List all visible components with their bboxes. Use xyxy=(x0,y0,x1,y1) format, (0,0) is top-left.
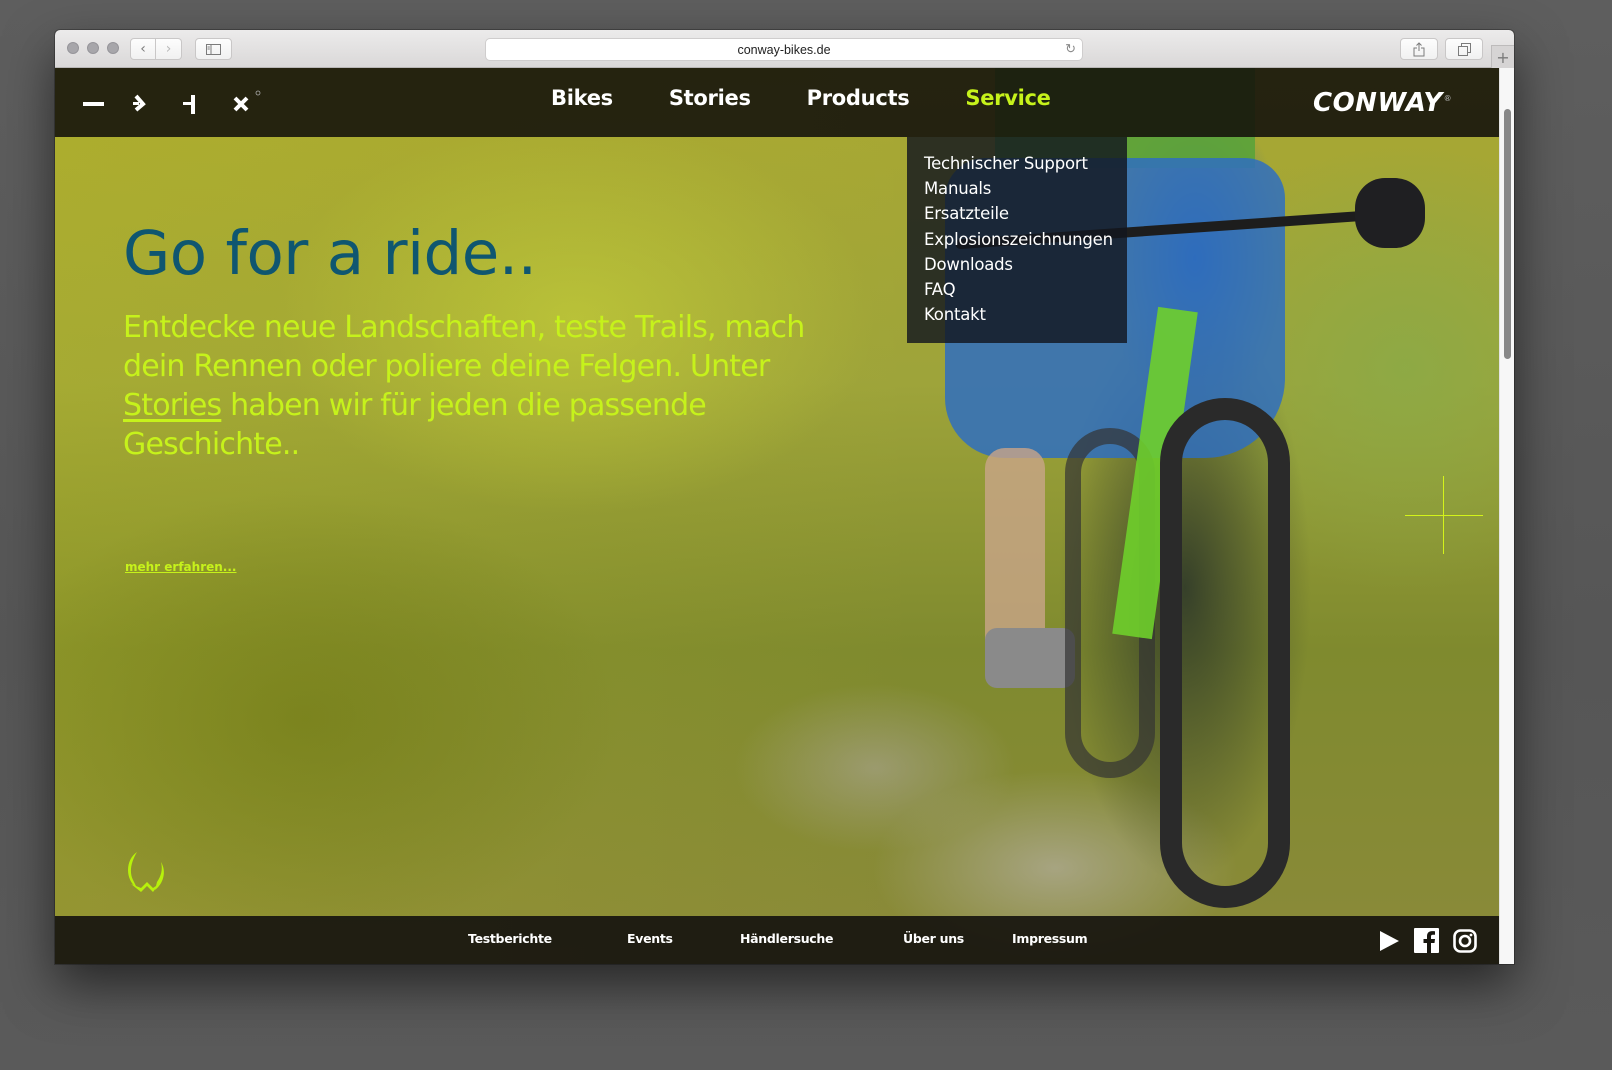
menu-item-manuals[interactable]: Manuals xyxy=(924,176,1127,201)
show-tabs-button[interactable] xyxy=(1445,38,1483,60)
minimize-window-button[interactable] xyxy=(87,42,99,54)
home-logo-link[interactable] xyxy=(83,90,273,116)
social-links xyxy=(1378,928,1477,957)
browser-toolbar: ‹ › conway-bikes.de ↻ + xyxy=(55,30,1514,69)
scrollbar-thumb[interactable] xyxy=(1504,109,1511,359)
menu-item-downloads[interactable]: Downloads xyxy=(924,252,1127,277)
subcopy-text-start: Entdecke neue Landschaften, teste Trails… xyxy=(123,310,805,384)
menu-item-technical-support[interactable]: Technischer Support xyxy=(924,151,1127,176)
learn-more-link[interactable]: mehr erfahren... xyxy=(125,560,236,574)
new-tab-button[interactable]: + xyxy=(1491,45,1514,69)
chevron-left-icon: ‹ xyxy=(140,41,146,57)
tabs-icon xyxy=(1457,42,1471,56)
site-footer: Testberichte Events Händlersuche Über un… xyxy=(55,916,1499,964)
footer-link-events[interactable]: Events xyxy=(627,931,673,946)
main-navigation: Bikes Stories Products Service xyxy=(551,86,1107,110)
sidebar-toggle-button[interactable] xyxy=(195,38,232,60)
address-bar[interactable]: conway-bikes.de ↻ xyxy=(485,38,1083,61)
registered-mark: ® xyxy=(1443,94,1453,104)
hero-headline: Go for a ride.. xyxy=(123,218,537,289)
zoom-window-button[interactable] xyxy=(107,42,119,54)
browser-window: ‹ › conway-bikes.de ↻ + Bikes Stories Pr… xyxy=(55,30,1514,964)
close-window-button[interactable] xyxy=(67,42,79,54)
instagram-icon[interactable] xyxy=(1453,928,1477,957)
footer-link-dealer-search[interactable]: Händlersuche xyxy=(740,931,834,946)
brand-wordmark: CONWAY xyxy=(1313,88,1443,118)
url-text: conway-bikes.de xyxy=(737,42,831,57)
nav-service[interactable]: Service xyxy=(965,86,1051,110)
youtube-icon[interactable] xyxy=(1378,930,1400,956)
hero-tint-overlay xyxy=(55,68,1499,964)
conway-monogram-icon xyxy=(83,90,261,114)
nav-stories[interactable]: Stories xyxy=(669,86,751,110)
page-content: Bikes Stories Products Service CONWAY® T… xyxy=(55,68,1499,964)
conway-emblem-icon xyxy=(128,852,164,892)
crosshair-icon xyxy=(1405,476,1483,554)
conway-brand-logo[interactable]: CONWAY® xyxy=(1313,88,1452,118)
chevron-right-icon: › xyxy=(165,41,172,57)
share-button[interactable] xyxy=(1400,38,1438,60)
footer-navigation: Testberichte Events Händlersuche Über un… xyxy=(55,916,1499,964)
reload-icon[interactable]: ↻ xyxy=(1065,41,1076,57)
stories-inline-link[interactable]: Stories xyxy=(123,388,222,423)
plus-icon: + xyxy=(1496,48,1510,67)
site-header: Bikes Stories Products Service CONWAY® xyxy=(55,68,1499,137)
menu-item-faq[interactable]: FAQ xyxy=(924,277,1127,302)
footer-link-about-us[interactable]: Über uns xyxy=(903,931,964,946)
sidebar-icon xyxy=(206,43,221,55)
vertical-scrollbar[interactable] xyxy=(1499,68,1514,964)
back-button[interactable]: ‹ xyxy=(130,38,156,60)
menu-item-contact[interactable]: Kontakt xyxy=(924,302,1127,327)
share-icon xyxy=(1413,41,1425,56)
menu-item-spare-parts[interactable]: Ersatzteile xyxy=(924,201,1127,226)
nav-bikes[interactable]: Bikes xyxy=(551,86,613,110)
footer-link-imprint[interactable]: Impressum xyxy=(1012,931,1088,946)
hero-subcopy: Entdecke neue Landschaften, teste Trails… xyxy=(123,308,823,464)
nav-products[interactable]: Products xyxy=(807,86,910,110)
footer-link-reviews[interactable]: Testberichte xyxy=(468,931,552,946)
window-controls xyxy=(67,42,119,54)
forward-button[interactable]: › xyxy=(156,38,182,60)
service-dropdown-menu: Technischer Support Manuals Ersatzteile … xyxy=(907,137,1127,343)
menu-item-exploded-views[interactable]: Explosionszeichnungen xyxy=(924,227,1127,252)
facebook-icon[interactable] xyxy=(1414,928,1439,957)
history-buttons: ‹ › xyxy=(130,38,182,60)
